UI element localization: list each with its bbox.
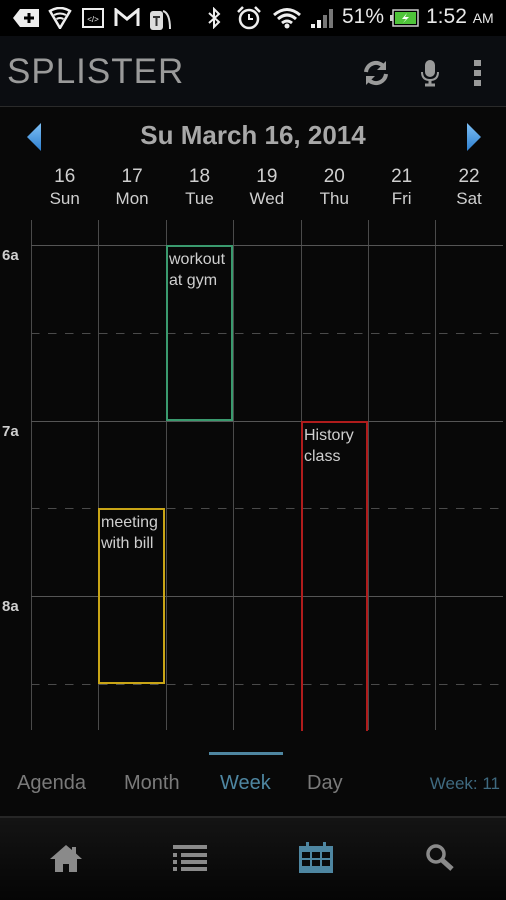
day-header[interactable]: 21 Fri [368,166,435,218]
view-tabs: Agenda Month Week Day Week: 11 [0,745,506,815]
tab-week[interactable]: Week [220,772,271,795]
day-number: 17 [121,166,143,187]
overflow-menu-button[interactable] [461,56,495,90]
sync-icon [364,60,388,86]
hour-label: 6a [2,247,19,264]
day-header[interactable]: 17 Mon [98,166,165,218]
nav-home-button[interactable] [46,840,86,876]
day-header[interactable]: 20 Thu [301,166,368,218]
active-tab-indicator [209,752,283,755]
current-date-title: Su March 16, 2014 [140,120,366,150]
tab-agenda[interactable]: Agenda [17,772,86,795]
battery-charging-icon [389,6,419,30]
svg-text:</>: </> [87,15,99,24]
week-number: Week: 11 [429,774,500,793]
battery-percent: 51% [342,5,385,28]
day-name: Fri [391,189,412,208]
hour-label: 8a [2,598,19,615]
t-mobile-icon [148,6,172,30]
notification-add-icon [12,6,40,30]
wifi-icon [272,6,302,30]
day-number: 20 [323,166,345,187]
more-vertical-icon [474,60,481,86]
day-number: 22 [458,166,480,187]
event-title: meeting with bill [101,514,158,552]
week-grid[interactable]: 6a 7a 8a workout at gym History class meeting… [0,220,506,732]
clock-time: 1:52 [426,5,467,28]
nav-search-button[interactable] [420,840,460,876]
nav-calendar-button[interactable] [296,840,336,876]
calendar-event[interactable]: History class [301,421,368,731]
calendar-icon [299,842,333,873]
day-name: Thu [319,189,349,208]
day-name: Mon [115,189,149,208]
next-week-button[interactable] [463,122,483,152]
week-day-headers: 16 Sun 17 Mon 18 Tue 19 Wed 20 Thu 21 Fri 22 Sat [31,166,503,218]
day-number: 19 [256,166,278,187]
vpn-shield-wifi-icon [48,6,72,30]
cell-signal-icon [310,6,336,30]
hour-line [31,421,503,422]
day-number: 16 [54,166,76,187]
tab-day[interactable]: Day [307,772,343,795]
developer-code-icon: </> [82,6,104,30]
voice-button[interactable] [413,56,447,90]
day-name: Sun [49,189,80,208]
half-hour-line [31,333,503,334]
tab-month[interactable]: Month [124,772,180,795]
day-number: 18 [188,166,211,187]
day-column-divider [31,220,32,730]
app-title: SPLISTER [7,52,185,91]
microphone-icon [421,60,439,87]
app-root: </> 51% 1:52 AM SPLISTER Su March 16, 20… [0,0,506,900]
date-navigation: Su March 16, 2014 [0,108,506,164]
bottom-navigation [0,816,506,900]
event-title: History class [304,427,354,465]
event-title: workout at gym [169,251,226,289]
hour-line [31,245,503,246]
day-header[interactable]: 16 Sun [31,166,98,218]
day-header[interactable]: 18 Tue [166,166,233,218]
half-hour-line [31,684,503,685]
gmail-icon [114,6,140,30]
day-column-divider [233,220,234,730]
calendar-event[interactable]: workout at gym [166,245,233,421]
day-header[interactable]: 19 Wed [233,166,300,218]
action-bar: SPLISTER [0,36,506,107]
day-column-divider [435,220,436,730]
clock: 1:52 AM [426,5,494,29]
clock-ampm: AM [472,10,494,26]
arrow-right-icon [467,123,481,151]
day-name: Tue [185,189,214,208]
home-icon [50,845,82,872]
search-icon [426,844,454,871]
day-name: Sat [456,189,482,208]
day-column-divider [368,220,369,730]
list-icon [173,845,207,871]
status-bar: </> 51% 1:52 AM [0,0,506,36]
alarm-icon [236,6,262,30]
nav-list-button[interactable] [170,840,210,876]
sync-button[interactable] [359,56,393,90]
day-header[interactable]: 22 Sat [435,166,502,218]
day-name: Wed [249,189,285,208]
bluetooth-icon [206,6,222,30]
day-number: 21 [391,166,413,187]
hour-label: 7a [2,423,19,440]
calendar-event[interactable]: meeting with bill [98,508,165,684]
